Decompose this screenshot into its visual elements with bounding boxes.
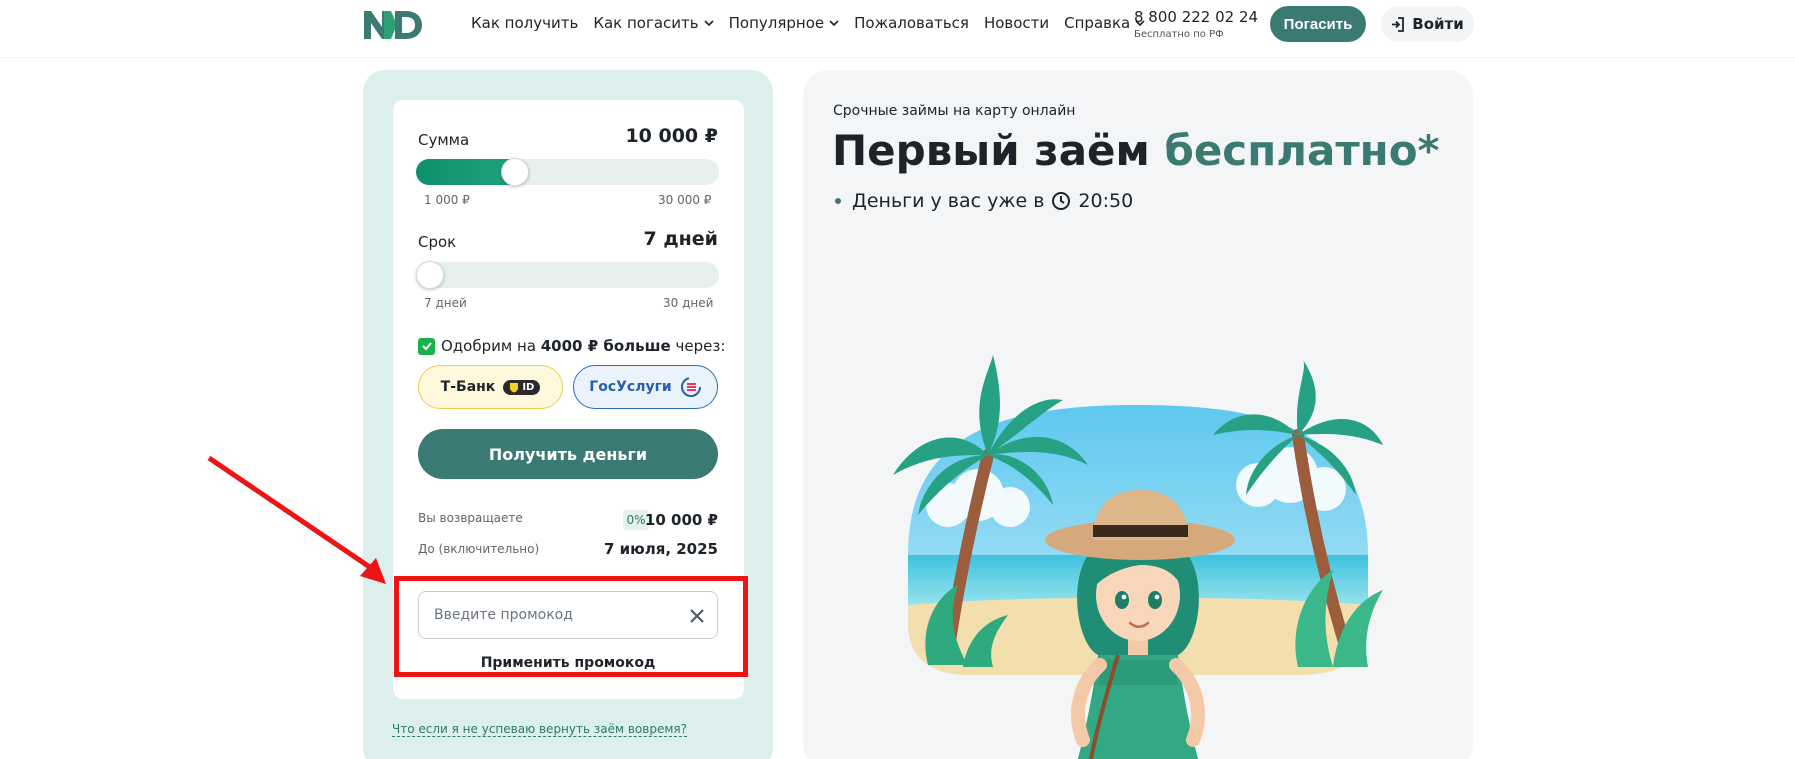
approve-amount: 4000 ₽ больше	[540, 337, 671, 355]
nav-label: Новости	[983, 14, 1050, 32]
approve-prefix: Одобрим на	[441, 337, 536, 355]
site-header: Как получить Как погасить Популярное Пож…	[0, 0, 1795, 58]
phone-block: 8 800 222 02 24 Бесплатно по РФ	[1134, 8, 1258, 40]
tbank-id-button[interactable]: Т-Банк ID	[418, 365, 563, 409]
hero-title-accent: бесплатно*	[1164, 126, 1440, 175]
gosuslugi-button[interactable]: ГосУслуги	[573, 365, 718, 409]
return-label: Вы возвращаете	[418, 511, 523, 525]
tbank-label: Т-Банк	[440, 379, 496, 395]
phone-number[interactable]: 8 800 222 02 24	[1134, 8, 1258, 26]
clock-icon	[1052, 192, 1071, 210]
hero-subtitle: Срочные займы на карту онлайн	[833, 103, 1076, 119]
chevron-down-icon	[704, 20, 714, 27]
nav-how-to-get[interactable]: Как получить	[471, 14, 578, 32]
bullet-dot	[835, 198, 841, 204]
nav-label: Пожаловаться	[854, 14, 969, 32]
hero-bullet-time: 20:50	[1078, 190, 1134, 212]
return-value: 10 000 ₽	[644, 511, 718, 529]
get-money-button[interactable]: Получить деньги	[418, 429, 718, 479]
approve-suffix: через:	[675, 337, 726, 355]
shield-icon	[510, 382, 519, 392]
amount-value: 10 000 ₽	[625, 125, 718, 147]
hero-bullet: Деньги у вас уже в 20:50	[835, 190, 1133, 212]
amount-slider[interactable]	[416, 158, 719, 186]
nav-complain[interactable]: Пожаловаться	[854, 14, 969, 32]
hero-bullet-text: Деньги у вас уже в	[852, 190, 1045, 212]
nav-label: Популярное	[728, 14, 825, 32]
approve-line: Одобрим на 4000 ₽ больше через:	[418, 337, 725, 355]
logo[interactable]	[362, 9, 424, 41]
main-nav: Как получить Как погасить Популярное Пож…	[471, 14, 1145, 32]
nav-popular[interactable]: Популярное	[729, 14, 840, 32]
tbank-id-badge: ID	[503, 379, 541, 395]
amount-slider-thumb[interactable]	[501, 158, 529, 186]
until-label: До (включительно)	[418, 542, 540, 556]
nav-label: Справка	[1064, 14, 1131, 32]
term-slider[interactable]	[416, 261, 719, 289]
checkmark-icon	[418, 337, 435, 355]
term-max: 30 дней	[663, 296, 714, 310]
term-slider-thumb[interactable]	[416, 261, 444, 289]
nav-how-to-repay[interactable]: Как погасить	[593, 14, 714, 32]
tbank-badge-text: ID	[522, 381, 535, 393]
highlight-box	[394, 576, 748, 677]
term-min: 7 дней	[424, 296, 467, 310]
hero-title: Первый заём бесплатно*	[832, 126, 1440, 175]
nav-label: Как погасить	[593, 14, 699, 32]
gosuslugi-label: ГосУслуги	[589, 379, 672, 395]
phone-note: Бесплатно по РФ	[1134, 29, 1224, 40]
gosuslugi-icon	[680, 377, 701, 397]
term-value: 7 дней	[643, 228, 718, 250]
nav-news[interactable]: Новости	[984, 14, 1049, 32]
term-label: Срок	[418, 233, 457, 251]
amount-label: Сумма	[418, 131, 470, 149]
hero-panel: Срочные займы на карту онлайн Первый заё…	[803, 70, 1473, 759]
late-repayment-link[interactable]: Что если я не успеваю вернуть заём вовре…	[392, 722, 687, 737]
until-value: 7 июля, 2025	[603, 540, 718, 558]
amount-min: 1 000 ₽	[424, 193, 470, 207]
login-button[interactable]: Войти	[1381, 6, 1474, 42]
chevron-down-icon	[829, 20, 839, 27]
pay-button[interactable]: Погасить	[1270, 6, 1366, 42]
amount-max: 30 000 ₽	[658, 193, 712, 207]
beach-illustration	[893, 355, 1383, 759]
arrow-annotation	[207, 455, 386, 584]
page: Как получить Как погасить Популярное Пож…	[0, 0, 1795, 759]
login-icon	[1392, 16, 1405, 32]
hero-title-plain: Первый заём	[832, 126, 1150, 175]
nav-label: Как получить	[471, 14, 579, 32]
login-label: Войти	[1412, 15, 1464, 33]
